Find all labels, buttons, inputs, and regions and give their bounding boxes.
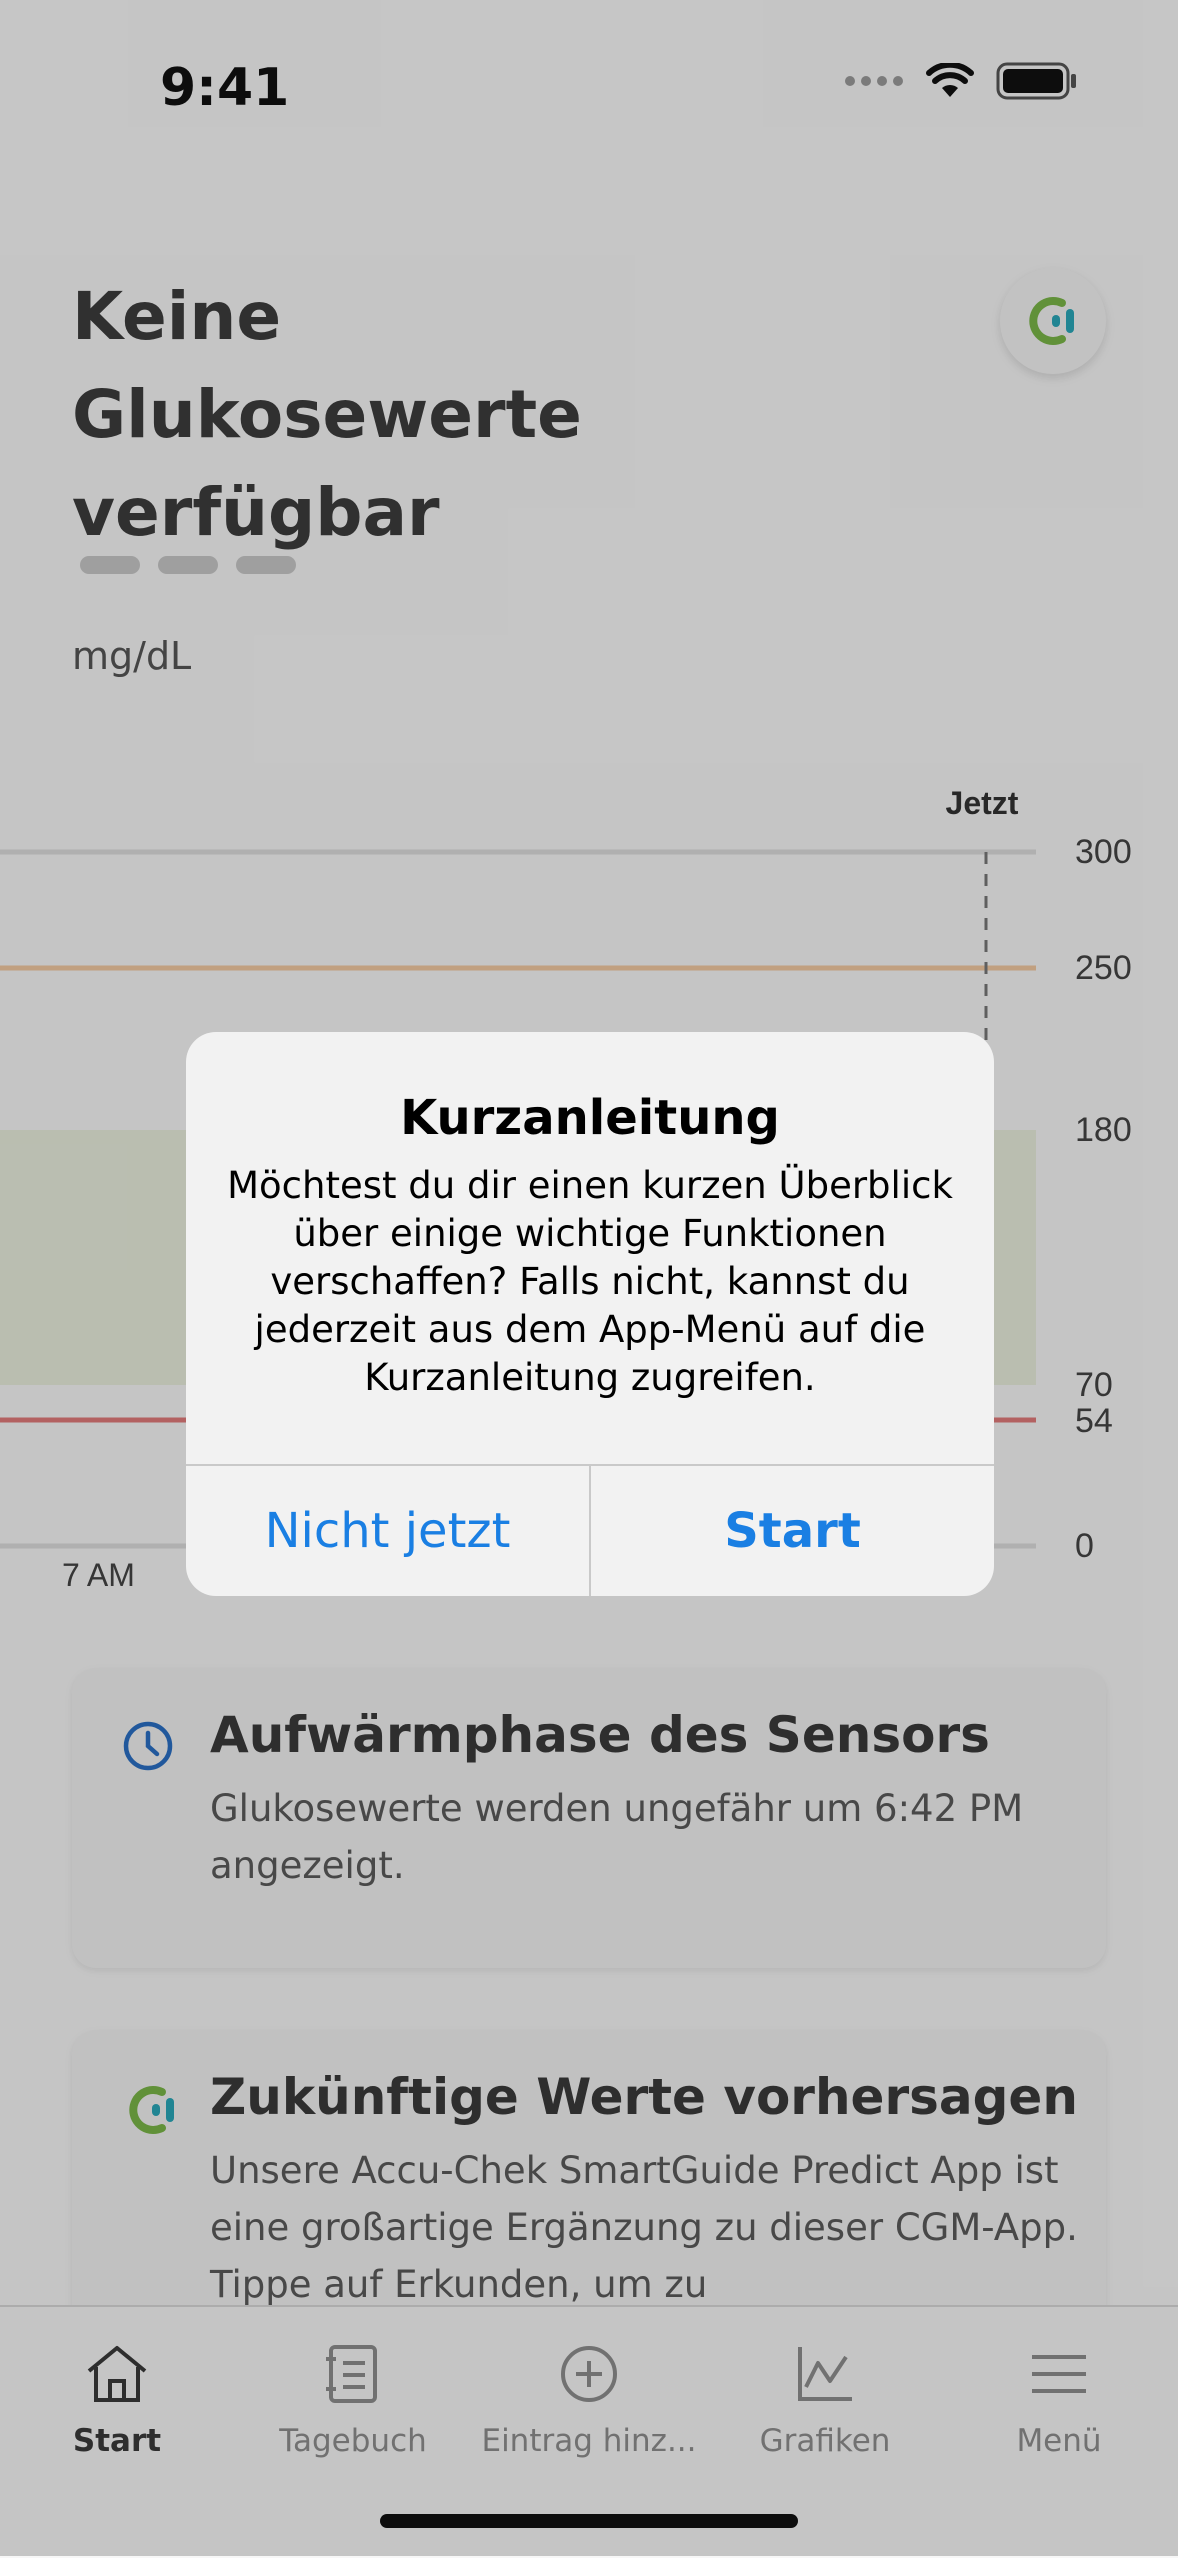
dialog-message: Möchtest du dir einen kurzen Überblick ü… [227, 1164, 953, 1399]
dialog-title: Kurzanleitung [400, 1090, 780, 1146]
start-button[interactable]: Start [591, 1466, 994, 1596]
quick-guide-dialog: Kurzanleitung Möchtest du dir einen kurz… [186, 1032, 994, 1596]
not-now-button[interactable]: Nicht jetzt [186, 1466, 589, 1596]
